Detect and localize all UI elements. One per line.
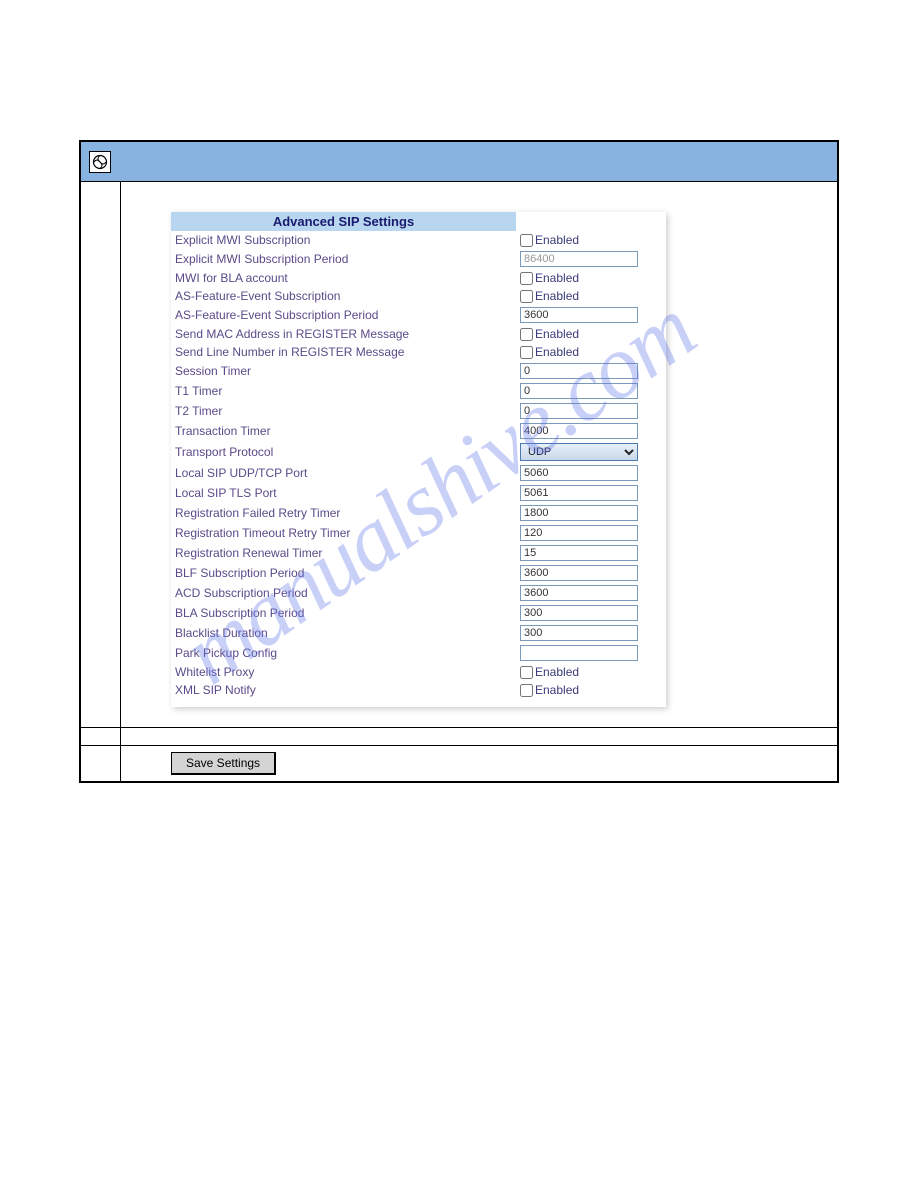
- row-local-udp-port: Local SIP UDP/TCP Port: [171, 463, 666, 483]
- row-as-feature-event: AS-Feature-Event Subscription Enabled: [171, 287, 666, 305]
- input-reg-renewal[interactable]: [520, 545, 638, 561]
- row-explicit-mwi-sub: Explicit MWI Subscription Enabled: [171, 231, 666, 249]
- enabled-text: Enabled: [535, 271, 579, 285]
- checkbox-explicit-mwi-sub[interactable]: [520, 234, 533, 247]
- label-whitelist-proxy: Whitelist Proxy: [175, 665, 520, 679]
- button-row: Save Settings: [81, 746, 837, 781]
- label-local-tls-port: Local SIP TLS Port: [175, 486, 520, 500]
- label-acd-period: ACD Subscription Period: [175, 586, 520, 600]
- label-reg-timeout-retry: Registration Timeout Retry Timer: [175, 526, 520, 540]
- checkbox-as-feature-event[interactable]: [520, 290, 533, 303]
- input-blacklist-duration[interactable]: [520, 625, 638, 641]
- checkbox-mwi-bla[interactable]: [520, 272, 533, 285]
- label-park-pickup: Park Pickup Config: [175, 646, 520, 660]
- label-as-feature-event: AS-Feature-Event Subscription: [175, 289, 520, 303]
- row-acd-period: ACD Subscription Period: [171, 583, 666, 603]
- label-transaction-timer: Transaction Timer: [175, 424, 520, 438]
- label-bla-period: BLA Subscription Period: [175, 606, 520, 620]
- row-xml-sip-notify: XML SIP Notify Enabled: [171, 681, 666, 699]
- label-local-udp-port: Local SIP UDP/TCP Port: [175, 466, 520, 480]
- input-local-tls-port[interactable]: [520, 485, 638, 501]
- label-transport: Transport Protocol: [175, 445, 520, 459]
- input-acd-period[interactable]: [520, 585, 638, 601]
- label-explicit-mwi-period: Explicit MWI Subscription Period: [175, 252, 520, 266]
- enabled-text: Enabled: [535, 289, 579, 303]
- label-explicit-mwi-sub: Explicit MWI Subscription: [175, 233, 520, 247]
- enabled-text: Enabled: [535, 683, 579, 697]
- label-reg-renewal: Registration Renewal Timer: [175, 546, 520, 560]
- row-reg-failed-retry: Registration Failed Retry Timer: [171, 503, 666, 523]
- label-blf-period: BLF Subscription Period: [175, 566, 520, 580]
- input-reg-timeout-retry[interactable]: [520, 525, 638, 541]
- select-transport[interactable]: UDP: [520, 443, 638, 461]
- row-blf-period: BLF Subscription Period: [171, 563, 666, 583]
- checkbox-whitelist-proxy[interactable]: [520, 666, 533, 679]
- row-explicit-mwi-period: Explicit MWI Subscription Period: [171, 249, 666, 269]
- input-transaction-timer[interactable]: [520, 423, 638, 439]
- row-blacklist-duration: Blacklist Duration: [171, 623, 666, 643]
- checkbox-xml-sip-notify[interactable]: [520, 684, 533, 697]
- row-bla-period: BLA Subscription Period: [171, 603, 666, 623]
- enabled-text: Enabled: [535, 233, 579, 247]
- input-t2-timer[interactable]: [520, 403, 638, 419]
- label-t2-timer: T2 Timer: [175, 404, 520, 418]
- section-title: Advanced SIP Settings: [171, 212, 516, 231]
- row-reg-timeout-retry: Registration Timeout Retry Timer: [171, 523, 666, 543]
- checkbox-send-line[interactable]: [520, 346, 533, 359]
- row-whitelist-proxy: Whitelist Proxy Enabled: [171, 663, 666, 681]
- input-as-feature-period[interactable]: [520, 307, 638, 323]
- label-mwi-bla: MWI for BLA account: [175, 271, 520, 285]
- label-blacklist-duration: Blacklist Duration: [175, 626, 520, 640]
- input-local-udp-port[interactable]: [520, 465, 638, 481]
- row-park-pickup: Park Pickup Config: [171, 643, 666, 663]
- input-t1-timer[interactable]: [520, 383, 638, 399]
- row-mwi-bla: MWI for BLA account Enabled: [171, 269, 666, 287]
- label-xml-sip-notify: XML SIP Notify: [175, 683, 520, 697]
- label-as-feature-period: AS-Feature-Event Subscription Period: [175, 308, 520, 322]
- label-reg-failed-retry: Registration Failed Retry Timer: [175, 506, 520, 520]
- label-session-timer: Session Timer: [175, 364, 520, 378]
- row-transport: Transport Protocol UDP: [171, 441, 666, 463]
- left-sidebar: [81, 182, 121, 727]
- page-container: Advanced SIP Settings Explicit MWI Subsc…: [79, 140, 839, 783]
- input-park-pickup[interactable]: [520, 645, 638, 661]
- enabled-text: Enabled: [535, 665, 579, 679]
- content-row: Advanced SIP Settings Explicit MWI Subsc…: [81, 182, 837, 728]
- enabled-text: Enabled: [535, 327, 579, 341]
- enabled-text: Enabled: [535, 345, 579, 359]
- row-local-tls-port: Local SIP TLS Port: [171, 483, 666, 503]
- label-send-mac: Send MAC Address in REGISTER Message: [175, 327, 520, 341]
- row-session-timer: Session Timer: [171, 361, 666, 381]
- label-send-line: Send Line Number in REGISTER Message: [175, 345, 520, 359]
- spacer-row: [81, 728, 837, 746]
- main-content: Advanced SIP Settings Explicit MWI Subsc…: [121, 182, 837, 727]
- row-send-mac: Send MAC Address in REGISTER Message Ena…: [171, 325, 666, 343]
- globe-icon: [89, 151, 111, 173]
- label-t1-timer: T1 Timer: [175, 384, 520, 398]
- row-t2-timer: T2 Timer: [171, 401, 666, 421]
- input-blf-period[interactable]: [520, 565, 638, 581]
- settings-panel: Advanced SIP Settings Explicit MWI Subsc…: [171, 212, 666, 707]
- header-bar: [81, 142, 837, 182]
- input-reg-failed-retry[interactable]: [520, 505, 638, 521]
- input-session-timer[interactable]: [520, 363, 638, 379]
- save-button[interactable]: Save Settings: [171, 752, 276, 775]
- row-send-line: Send Line Number in REGISTER Message Ena…: [171, 343, 666, 361]
- input-bla-period[interactable]: [520, 605, 638, 621]
- checkbox-send-mac[interactable]: [520, 328, 533, 341]
- row-t1-timer: T1 Timer: [171, 381, 666, 401]
- row-transaction-timer: Transaction Timer: [171, 421, 666, 441]
- input-explicit-mwi-period[interactable]: [520, 251, 638, 267]
- row-as-feature-period: AS-Feature-Event Subscription Period: [171, 305, 666, 325]
- row-reg-renewal: Registration Renewal Timer: [171, 543, 666, 563]
